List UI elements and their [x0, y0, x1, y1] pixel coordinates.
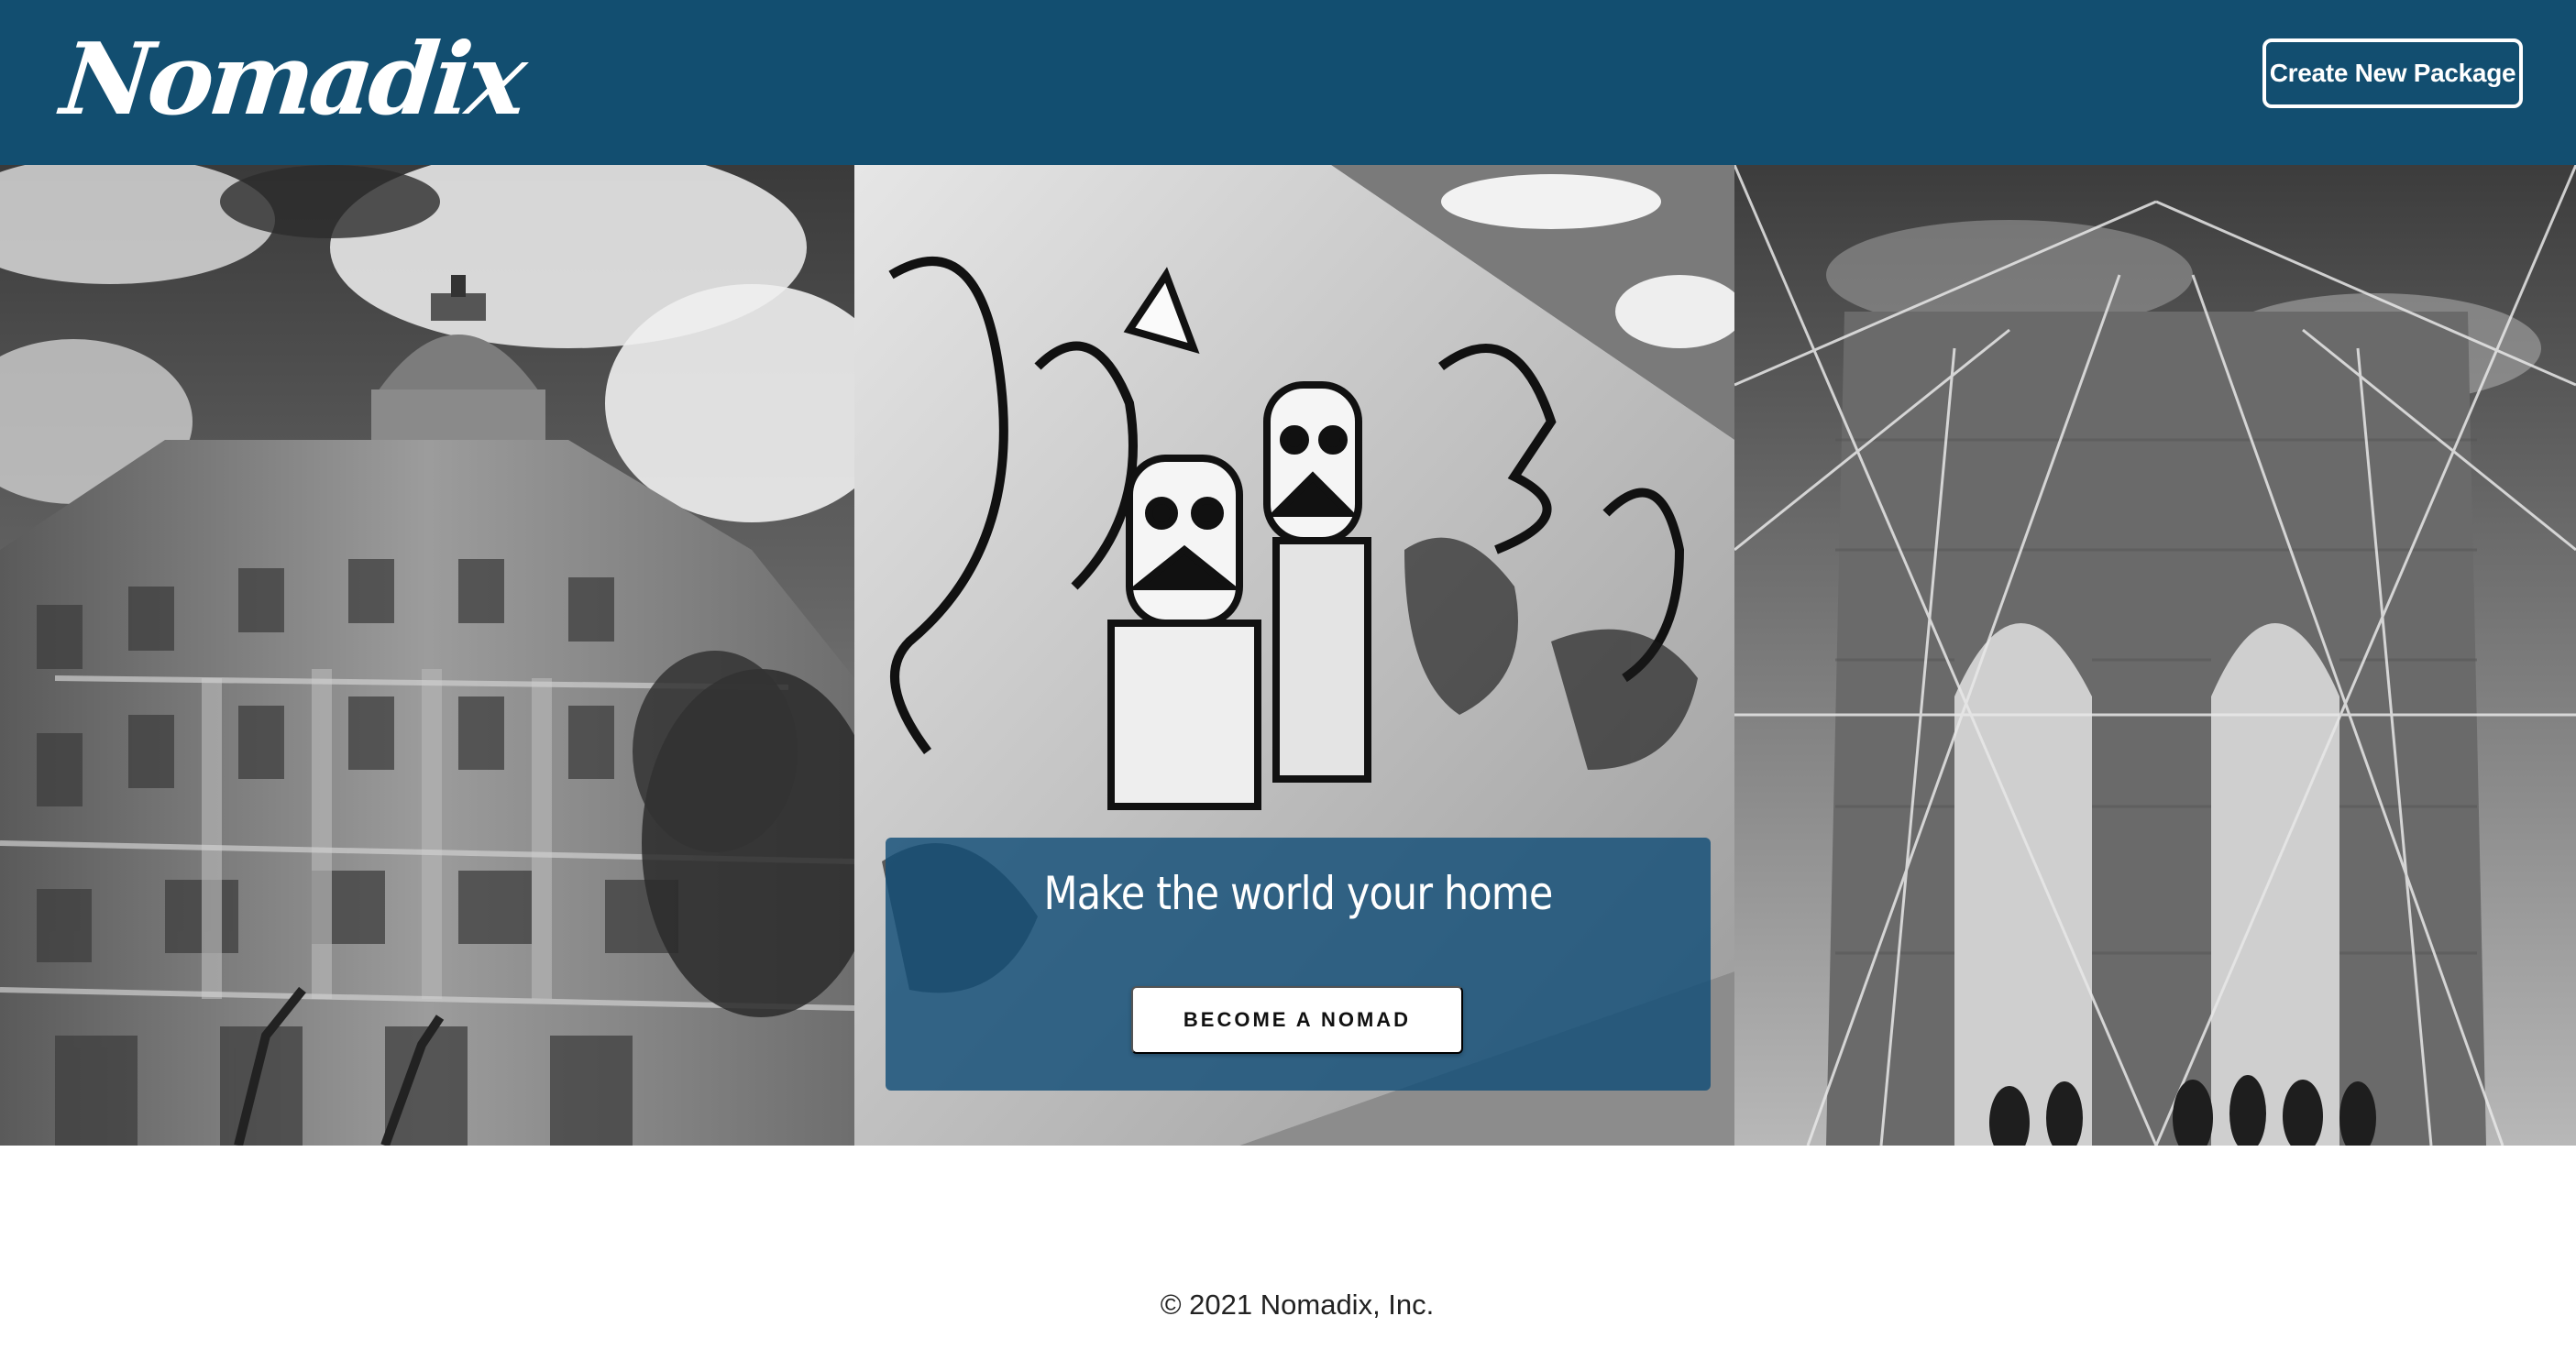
become-a-nomad-button[interactable]: BECOME A NOMAD	[1131, 986, 1463, 1054]
hero-cta-card: Make the world your home BECOME A NOMAD	[886, 838, 1711, 1091]
site-header: Nomadix Create New Package	[0, 0, 2576, 165]
create-new-package-button[interactable]: Create New Package	[2262, 38, 2523, 108]
ornate-domed-building-photo	[0, 165, 854, 1146]
hero-heading: Make the world your home	[1043, 867, 1554, 920]
suspension-bridge-photo	[1734, 165, 2576, 1146]
hero-section: Make the world your home BECOME A NOMAD	[0, 165, 2576, 1146]
brand-logo[interactable]: Nomadix	[55, 11, 529, 148]
copyright-text: © 2021 Nomadix, Inc.	[1160, 1289, 1435, 1321]
